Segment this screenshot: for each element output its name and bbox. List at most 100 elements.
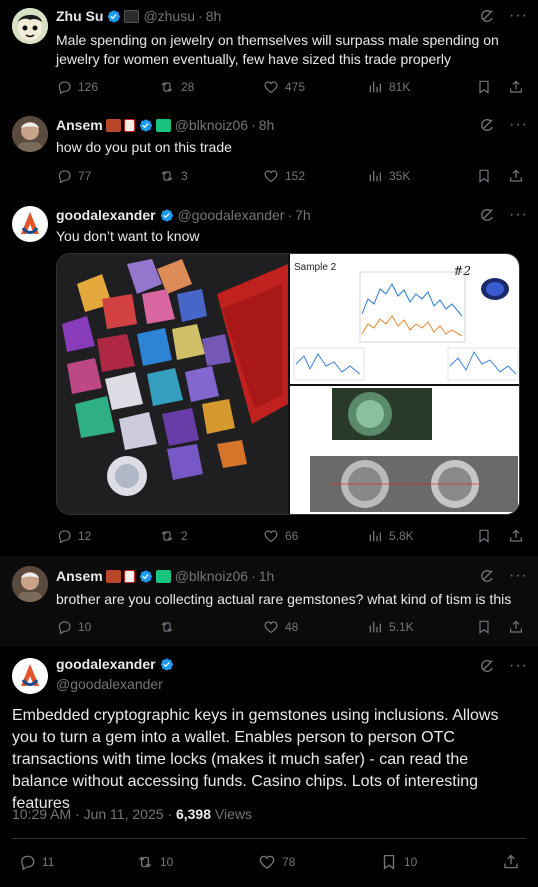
share-icon[interactable]: [508, 168, 524, 184]
avatar-logo-image: [12, 658, 48, 694]
like-icon: [258, 853, 276, 871]
reply-button[interactable]: 10: [56, 619, 159, 635]
tweet-ansem-2[interactable]: Ansem @blknoiz06 · 1h ··· brother are yo…: [0, 556, 538, 646]
grok-icon[interactable]: [479, 658, 495, 674]
like-button[interactable]: 78: [258, 853, 380, 871]
like-button[interactable]: 48: [263, 619, 367, 635]
bull-emoji-icon: [105, 118, 121, 132]
avatar[interactable]: [12, 116, 48, 152]
tweet-header: Ansem @blknoiz06 · 1h ···: [56, 567, 528, 585]
repost-button[interactable]: 2: [159, 528, 263, 544]
more-icon[interactable]: ···: [509, 207, 528, 223]
more-icon[interactable]: ···: [509, 8, 528, 24]
avatar[interactable]: [12, 566, 48, 602]
timestamp[interactable]: 7h: [295, 207, 311, 223]
grok-icon[interactable]: [479, 117, 495, 133]
spectrum-chart-image[interactable]: Sample 2 #2: [290, 254, 519, 384]
microscope-images[interactable]: [290, 386, 519, 514]
views-button[interactable]: 81K: [367, 79, 471, 95]
bookmark-icon[interactable]: [476, 168, 492, 184]
spectrum-plots: [293, 271, 519, 381]
handle[interactable]: @zhusu: [143, 8, 195, 24]
more-icon[interactable]: ···: [509, 658, 528, 674]
grok-icon[interactable]: [479, 568, 495, 584]
verified-badge-icon: [159, 208, 174, 223]
handle[interactable]: @goodalexander: [178, 207, 285, 223]
views-button[interactable]: 35K: [367, 168, 471, 184]
repost-button[interactable]: 28: [159, 79, 263, 95]
views-icon: [367, 168, 383, 184]
divider: [12, 838, 526, 839]
display-name[interactable]: goodalexander: [56, 207, 156, 223]
repost-button[interactable]: [159, 619, 263, 635]
detail-display-name[interactable]: goodalexander: [56, 656, 174, 672]
avatar[interactable]: [12, 8, 48, 44]
share-icon[interactable]: [508, 619, 524, 635]
affiliate-badge-icon: [155, 118, 171, 132]
affiliate-badge-icon: [155, 569, 171, 583]
repost-button[interactable]: 3: [159, 168, 263, 184]
gemstones-photo[interactable]: [57, 254, 288, 514]
like-icon: [263, 79, 279, 95]
reply-icon: [56, 619, 72, 635]
display-name[interactable]: Zhu Su: [56, 8, 103, 24]
repost-icon: [159, 528, 175, 544]
handle[interactable]: @blknoiz06: [175, 117, 248, 133]
reply-button[interactable]: 126: [56, 79, 159, 95]
tweet-header: goodalexander @goodalexander · 7h ···: [56, 206, 528, 224]
reply-icon: [56, 528, 72, 544]
reply-button[interactable]: 77: [56, 168, 159, 184]
tweet-text: You don’t want to know: [56, 228, 200, 244]
display-name[interactable]: Ansem: [56, 568, 103, 584]
more-icon[interactable]: ···: [509, 117, 528, 133]
avatar[interactable]: [12, 658, 48, 694]
share-button[interactable]: [502, 853, 520, 871]
avatar[interactable]: [12, 206, 48, 242]
reply-button[interactable]: 12: [56, 528, 159, 544]
views-button[interactable]: 5.1K: [367, 619, 471, 635]
grok-icon[interactable]: [479, 8, 495, 24]
verified-badge-icon: [138, 118, 153, 133]
views-icon: [367, 619, 383, 635]
share-icon: [502, 853, 520, 871]
tweet-zhusu[interactable]: Zhu Su @zhusu · 8h ··· Male spending on …: [0, 0, 538, 108]
share-icon[interactable]: [508, 528, 524, 544]
reply-button[interactable]: 11: [18, 853, 136, 871]
display-name[interactable]: Ansem: [56, 117, 103, 133]
handle[interactable]: @blknoiz06: [175, 568, 248, 584]
views-button[interactable]: 5.8K: [367, 528, 471, 544]
flag-emoji-icon: [124, 9, 140, 23]
verified-badge-icon: [159, 657, 174, 672]
like-button[interactable]: 66: [263, 528, 367, 544]
avatar-photo-image: [12, 116, 48, 152]
detail-handle[interactable]: @goodalexander: [56, 676, 163, 692]
mahjong-emoji-icon: [123, 118, 135, 132]
bull-emoji-icon: [105, 569, 121, 583]
like-button[interactable]: 475: [263, 79, 367, 95]
inclusion-scan-image: [290, 386, 519, 514]
like-button[interactable]: 152: [263, 168, 367, 184]
tweet-ansem-1[interactable]: Ansem @blknoiz06 · 8h ··· how do you put…: [0, 108, 538, 198]
timestamp[interactable]: 8h: [259, 117, 275, 133]
media-grid[interactable]: Sample 2 #2: [56, 253, 520, 515]
grok-icon[interactable]: [479, 207, 495, 223]
more-icon[interactable]: ···: [509, 568, 528, 584]
bookmark-button[interactable]: 10: [380, 853, 480, 871]
mahjong-emoji-icon: [123, 569, 135, 583]
share-icon[interactable]: [508, 79, 524, 95]
views-icon: [367, 79, 383, 95]
bookmark-icon[interactable]: [476, 79, 492, 95]
gemstones-image: [57, 254, 288, 514]
tweet-timestamp[interactable]: 10:29 AM · Jun 11, 2025 ·: [12, 806, 176, 822]
timestamp[interactable]: 8h: [206, 8, 222, 24]
tweet-text: Male spending on jewelry on themselves w…: [56, 32, 499, 67]
bookmark-icon[interactable]: [476, 619, 492, 635]
bookmark-icon[interactable]: [476, 528, 492, 544]
reply-icon: [18, 853, 36, 871]
repost-icon: [159, 168, 175, 184]
like-icon: [263, 619, 279, 635]
action-bar: 10 48 5.1K: [56, 617, 524, 637]
reply-icon: [56, 168, 72, 184]
timestamp[interactable]: 1h: [259, 568, 275, 584]
repost-button[interactable]: 10: [136, 853, 258, 871]
